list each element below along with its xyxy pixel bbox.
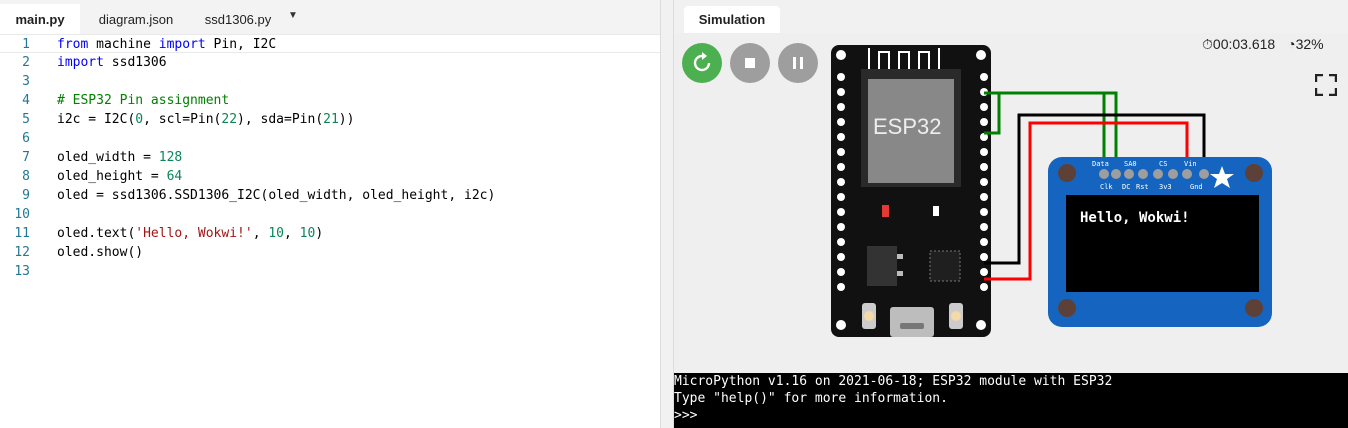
- code-line: 5 i2c = I2C(0, scl=Pin(22), sda=Pin(21)): [22, 112, 355, 127]
- svg-text:3v3: 3v3: [1159, 183, 1172, 191]
- tab-main-py[interactable]: main.py: [0, 4, 80, 34]
- serial-line: Type "help()" for more information.: [674, 391, 948, 406]
- simulation-canvas[interactable]: ESP32 Data SA0 CS Vin Clk DC Rst 3v3 Gnd…: [674, 33, 1348, 373]
- simulation-panel: Simulation ESP32 Data SA0 CS Vin Clk DC …: [674, 0, 1348, 428]
- svg-text:DC: DC: [1122, 183, 1130, 191]
- code-line: 2 import ssd1306: [22, 55, 167, 70]
- esp32-board: [831, 45, 991, 337]
- code-area[interactable]: 1 from machine import Pin, I2C 2 import ss…: [0, 34, 660, 281]
- svg-text:Rst: Rst: [1136, 183, 1149, 191]
- fullscreen-icon[interactable]: [1314, 73, 1338, 101]
- simulation-timer: ⏱00:03.618 ◔32%: [1202, 36, 1324, 53]
- tab-simulation[interactable]: Simulation: [684, 6, 780, 33]
- code-line: 6: [22, 131, 30, 146]
- caret-down-icon[interactable]: ▼: [288, 10, 298, 21]
- code-line: 11 oled.text('Hello, Wokwi!', 10, 10): [14, 226, 324, 241]
- svg-text:Vin: Vin: [1184, 160, 1197, 168]
- oled-display-text: Hello, Wokwi!: [1080, 210, 1190, 226]
- code-line: 1 from machine import Pin, I2C: [0, 34, 660, 53]
- svg-text:Clk: Clk: [1100, 183, 1113, 191]
- serial-prompt[interactable]: >>>: [674, 407, 1348, 424]
- pause-button[interactable]: [778, 43, 818, 83]
- pause-icon: [793, 57, 803, 69]
- tab-ssd1306-py[interactable]: ssd1306.py: [194, 4, 282, 34]
- code-line: 10: [14, 207, 30, 222]
- svg-text:Data: Data: [1092, 160, 1109, 168]
- svg-text:CS: CS: [1159, 160, 1167, 168]
- restart-button[interactable]: [682, 43, 722, 83]
- code-line: 9 oled = ssd1306.SSD1306_I2C(oled_width, …: [22, 188, 496, 203]
- stopwatch-icon: ⏱: [1202, 36, 1213, 52]
- editor-tab-bar: main.py diagram.json ssd1306.py ▼: [0, 0, 660, 34]
- code-line: 13: [14, 264, 30, 279]
- stop-button[interactable]: [730, 43, 770, 83]
- panel-divider[interactable]: [660, 0, 674, 428]
- svg-text:SA0: SA0: [1124, 160, 1137, 168]
- cpu-usage: 32%: [1295, 36, 1324, 52]
- code-editor[interactable]: main.py diagram.json ssd1306.py ▼ 1 from …: [0, 0, 660, 428]
- speedometer-icon: ◔: [1287, 36, 1296, 52]
- code-line: 7 oled_width = 128: [22, 150, 183, 165]
- serial-monitor[interactable]: MicroPython v1.16 on 2021-06-18; ESP32 m…: [674, 373, 1348, 428]
- code-line: 8 oled_height = 64: [22, 169, 183, 184]
- esp32-label: ESP32: [873, 114, 942, 139]
- elapsed-time: 00:03.618: [1212, 36, 1276, 52]
- restart-icon: [693, 52, 711, 72]
- tab-diagram-json[interactable]: diagram.json: [86, 4, 186, 34]
- code-line: 4 # ESP32 Pin assignment: [22, 93, 230, 108]
- code-line: 3: [22, 74, 30, 89]
- stop-icon: [745, 58, 755, 68]
- code-line: 12 oled.show(): [14, 245, 144, 260]
- svg-text:Gnd: Gnd: [1190, 183, 1203, 191]
- serial-line: MicroPython v1.16 on 2021-06-18; ESP32 m…: [674, 374, 1113, 389]
